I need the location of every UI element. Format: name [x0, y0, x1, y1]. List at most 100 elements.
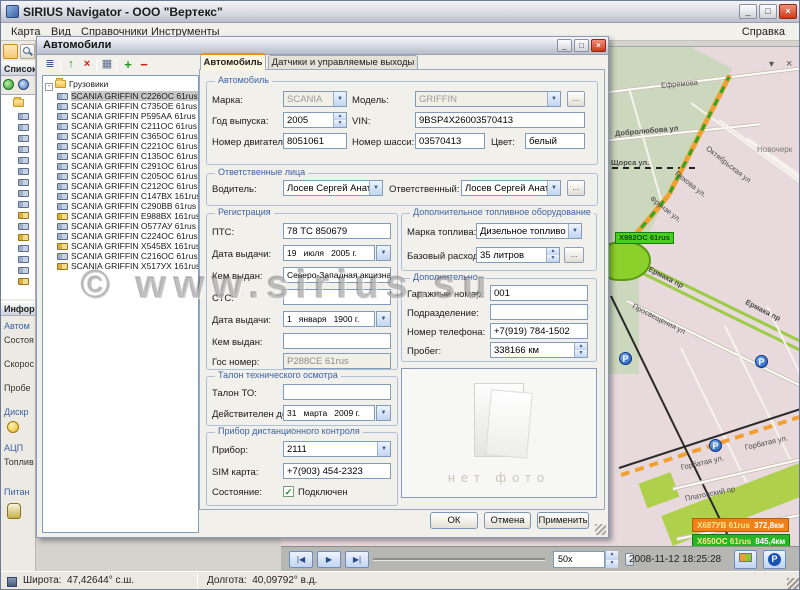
tree-item[interactable]: SCANIA GRIFFIN С735ОЕ 61rus [57, 101, 197, 111]
cancel-button[interactable]: Отмена [484, 512, 531, 529]
tree-item[interactable]: SCANIA GRIFFIN С135ОС 61rus [57, 151, 198, 161]
parking-icon[interactable]: P [709, 439, 722, 452]
delete-icon[interactable]: × [80, 58, 94, 72]
parking-icon[interactable]: P [619, 352, 632, 365]
pan-tool-button[interactable] [3, 44, 18, 59]
color-field[interactable]: белый [525, 133, 585, 149]
mileage-stepper[interactable]: 338166 км▲▼ [490, 342, 588, 358]
fuel-rate-stepper[interactable]: 35 литров▲▼ [476, 247, 560, 263]
stepper-arrows[interactable]: ▲▼ [333, 113, 346, 127]
tree-item[interactable]: SCANIA GRIFFIN О577АУ 61rus [57, 221, 196, 231]
tree-item[interactable]: SCANIA GRIFFIN Е988ВХ 161rus [57, 211, 199, 221]
tree-item[interactable]: SCANIA GRIFFIN С224ОС 61rus [57, 231, 198, 241]
maximize-icon[interactable]: □ [759, 4, 777, 19]
tree-item[interactable]: SCANIA GRIFFIN С221ОС 61rus [57, 141, 198, 151]
add-icon[interactable]: + [121, 58, 135, 72]
remove-icon[interactable]: − [137, 58, 151, 72]
speed-input[interactable]: 50x [553, 551, 605, 568]
save-icon[interactable]: ▦ [100, 58, 114, 72]
parking-icon[interactable]: P [755, 355, 768, 368]
vehicle-plate-label[interactable]: Х982ОС 61rus [615, 232, 674, 244]
track-report-button[interactable] [734, 550, 757, 569]
tree-item[interactable]: SCANIA GRIFFIN С216ОС 61rus [57, 251, 198, 261]
phone-field[interactable]: +7(919) 784-1502 [490, 323, 588, 339]
garage-field[interactable]: 001 [490, 285, 588, 301]
dialog-resize-grip[interactable] [595, 524, 606, 535]
ticket-field[interactable] [283, 384, 391, 400]
chevron-down-icon[interactable]: ▼ [376, 311, 391, 327]
persons-more-button[interactable]: ... [567, 180, 585, 196]
spin-down-icon[interactable]: ▼ [605, 560, 618, 569]
import-icon[interactable]: ↑ [64, 58, 78, 72]
chevron-down-icon[interactable]: ▼ [547, 181, 560, 195]
pts-field[interactable]: 78 ТС 850679 [283, 223, 391, 239]
sts-field[interactable] [283, 289, 391, 305]
tree-item[interactable]: SCANIA GRIFFIN С212ОС 61rus [57, 181, 198, 191]
globe-icon[interactable] [3, 79, 14, 90]
sts-date-picker[interactable]: 1 января 1900 г. [283, 311, 375, 327]
next-icon[interactable]: ▶| [345, 551, 369, 568]
minimize-icon[interactable]: _ [557, 39, 572, 52]
collapse-icon[interactable]: - [45, 83, 53, 91]
list-view-icon[interactable]: ≣ [43, 58, 57, 72]
apply-button[interactable]: Применить [537, 512, 589, 529]
tree-item[interactable]: SCANIA GRIFFIN С365ОС 61rus [57, 131, 198, 141]
spin-up-icon[interactable]: ▲ [605, 551, 618, 560]
tree-item[interactable]: SCANIA GRIFFIN С291ОС 61rus [57, 161, 198, 171]
fuel-more-button[interactable]: ... [564, 247, 584, 263]
tab-vehicle[interactable]: Автомобиль [200, 53, 266, 70]
resize-grip[interactable] [787, 578, 799, 590]
minimize-icon[interactable]: _ [739, 4, 757, 19]
chassis-field[interactable]: 03570413 [415, 133, 485, 149]
tree-item[interactable]: SCANIA GRIFFIN Х545ВХ 161rus [57, 241, 199, 251]
tree-item[interactable]: SCANIA GRIFFIN Х517УХ 161rus [57, 261, 199, 271]
tree-root[interactable]: -Грузовики [45, 79, 108, 89]
vehicles-tree[interactable]: -Грузовики SCANIA GRIFFIN С226ОС 61rus S… [42, 75, 199, 533]
track-label-orange[interactable]: Х687УВ 61rus372,8км [692, 518, 789, 532]
tree-item[interactable]: SCANIA GRIFFIN С226ОС 61rus [57, 91, 198, 101]
play-icon[interactable]: ▶ [317, 551, 341, 568]
tree-item[interactable]: SCANIA GRIFFIN Р595АА 61rus [57, 111, 196, 121]
connected-checkbox[interactable]: ✓ [283, 486, 294, 497]
track-label-green[interactable]: Х650ОС 61rus845,4км [692, 534, 790, 546]
playback-slider[interactable] [373, 558, 545, 561]
tree-item[interactable]: SCANIA GRIFFIN С147ВХ 161rus [57, 191, 199, 201]
stepper-arrows[interactable]: ▲▼ [546, 248, 559, 262]
device-combo[interactable]: 2111▼ [283, 441, 391, 457]
pts-date-picker[interactable]: 19 июля 2005 г. [283, 245, 375, 261]
dialog-titlebar[interactable]: Автомобили _ □ × [37, 37, 608, 55]
pts-issuer-field[interactable]: Северо-Западная акцизная т [283, 267, 391, 283]
prev-icon[interactable]: |◀ [289, 551, 313, 568]
vin-field[interactable]: 9BSP4X26003570413 [415, 112, 585, 128]
fuel-brand-combo[interactable]: Дизельное топливо▼ [476, 223, 582, 239]
chevron-down-icon[interactable]: ▼ [568, 224, 581, 238]
tree-item[interactable]: SCANIA GRIFFIN С211ОС 61rus [57, 121, 197, 131]
pane-collapse-icon[interactable]: ▾ [769, 59, 774, 70]
responsible-combo[interactable]: Лосев Сергей Анатоль▼ [461, 180, 561, 196]
speed-stepper[interactable]: ▲ ▼ [605, 551, 618, 568]
visibility-icon[interactable] [18, 79, 29, 90]
zoom-tool-button[interactable] [20, 44, 35, 59]
tree-item[interactable]: SCANIA GRIFFIN С290ВВ 61rus [57, 201, 196, 211]
chevron-down-icon[interactable]: ▼ [376, 405, 391, 421]
close-icon[interactable]: × [779, 4, 797, 19]
pane-close-icon[interactable]: × [786, 58, 792, 70]
chevron-down-icon[interactable]: ▼ [369, 181, 382, 195]
close-icon[interactable]: × [591, 39, 606, 52]
division-field[interactable] [490, 304, 588, 320]
chevron-down-icon[interactable]: ▼ [377, 442, 390, 456]
model-more-button[interactable]: ... [567, 91, 585, 107]
valid-until-picker[interactable]: 31 марта 2009 г. [283, 405, 375, 421]
year-stepper[interactable]: 2005▲▼ [283, 112, 347, 128]
driver-combo[interactable]: Лосев Сергей Анатоль▼ [283, 180, 383, 196]
tree-item[interactable]: SCANIA GRIFFIN С205ОС 61rus [57, 171, 198, 181]
tab-sensors[interactable]: Датчики и управляемые выходы [268, 55, 418, 70]
sim-field[interactable]: +7(903) 454-2323 [283, 463, 391, 479]
engine-field[interactable]: 8051061 [283, 133, 347, 149]
maximize-icon[interactable]: □ [574, 39, 589, 52]
chevron-down-icon[interactable]: ▼ [376, 245, 391, 261]
parking-toggle-button[interactable]: P [763, 550, 786, 569]
sts-issuer-field[interactable] [283, 333, 391, 349]
ok-button[interactable]: ОК [430, 512, 478, 529]
stepper-arrows[interactable]: ▲▼ [574, 343, 587, 357]
